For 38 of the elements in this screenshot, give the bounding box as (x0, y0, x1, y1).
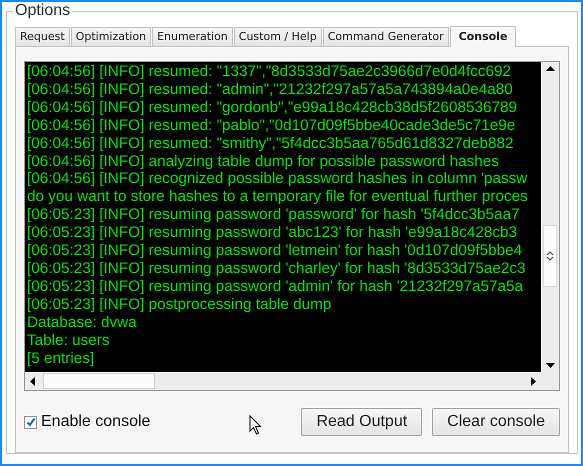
vertical-scrollbar[interactable] (541, 62, 559, 372)
clear-console-button[interactable]: Clear console (432, 408, 560, 436)
console-line: [06:04:56] [INFO] resumed: "admin","21232f297a57a5a743894a0e4a80 (27, 80, 514, 99)
tab[interactable]: Enumeration (152, 27, 233, 46)
grip-icon (546, 250, 554, 262)
group-title: Options (14, 2, 72, 20)
tab[interactable]: Request (15, 27, 70, 46)
console-line: [06:05:23] [INFO] resuming password 'letmein' for hash '0d107d09f5bbe4 (27, 242, 524, 260)
checkbox[interactable] (24, 416, 37, 428)
console-line: [06:04:56] [INFO] analyzing table dump for possible password hashes (27, 152, 500, 170)
scroll-left-icon[interactable] (30, 376, 35, 386)
tab[interactable]: Custom / Help (234, 27, 322, 46)
console-line: [06:05:23] [INFO] resuming password 'charley' for hash '8d3533d75ae2c3 (27, 260, 527, 278)
console-line: [06:05:23] [INFO] resuming password 'admin' for hash '21232f297a57a5a (27, 278, 524, 296)
console-line: [06:04:56] [INFO] resumed: "1337","8d3533d75ae2c3966d7e0d4fcc692 (27, 63, 512, 81)
console-line: [06:05:23] [INFO] postprocessing table dump (27, 296, 332, 314)
console-line: [5 entries] (27, 350, 96, 368)
scrollbar-thumb[interactable] (43, 373, 155, 389)
tab[interactable]: Console (450, 26, 516, 47)
read-output-button[interactable]: Read Output (301, 408, 422, 436)
scroll-right-icon[interactable] (531, 376, 536, 386)
console-line: Table: users (27, 332, 110, 350)
console-line: [06:05:23] [INFO] resuming password 'password' for hash '5f4dcc3b5aa7 (27, 206, 521, 224)
scroll-up-icon[interactable] (546, 66, 554, 71)
checkbox-label: Enable console (41, 413, 150, 431)
console-line: [06:04:56] [INFO] resumed: "pablo","0d107d09f5bbe40cade3de5c71e9e (27, 116, 516, 135)
console-line: [06:04:56] [INFO] resumed: "gordonb","e99a18c428cb38d5f2608536789 (27, 98, 518, 117)
horizontal-scrollbar[interactable] (25, 372, 541, 390)
console-line: [06:04:56] [INFO] recognized possible password hashes in column 'passw (27, 170, 528, 188)
console-line: [06:04:56] [INFO] resumed: "smithy","5f4dcc3b5aa765d61d8327deb882 (27, 134, 515, 153)
console-line: [06:05:23] [INFO] resuming password 'abc123' for hash 'e99a18c428cb3 (27, 224, 518, 242)
scrollbar-thumb[interactable] (543, 225, 557, 287)
tab[interactable]: Optimization (70, 27, 152, 46)
scroll-down-icon[interactable] (546, 363, 554, 368)
mouse-pointer-icon (249, 415, 263, 435)
console-line: do you want to store hashes to a temporary file for eventual further proces (27, 188, 529, 206)
console-line: Database: dvwa (27, 314, 138, 332)
tab[interactable]: Command Generator (322, 27, 449, 46)
